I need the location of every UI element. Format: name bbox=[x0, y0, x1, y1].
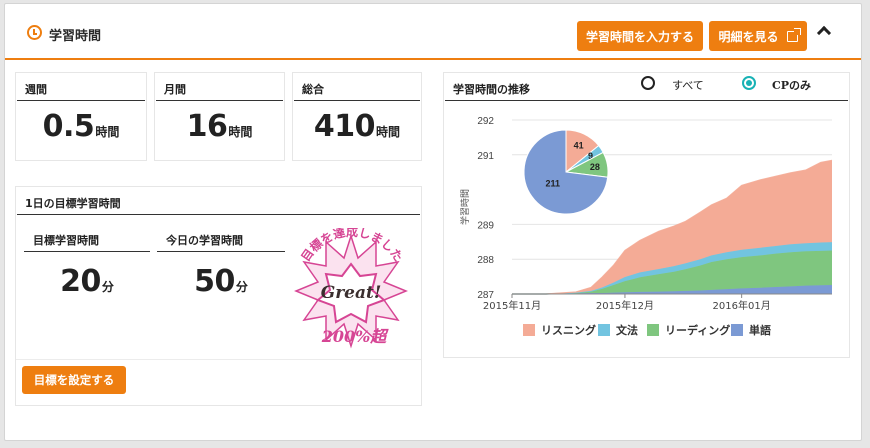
weekly-unit: 時間 bbox=[95, 125, 120, 139]
legend-label: 文法 bbox=[616, 324, 638, 337]
panel-header: 学習時間 学習時間を入力する 明細を見る bbox=[5, 4, 861, 60]
divider bbox=[16, 359, 421, 360]
y-axis-label: 学習時間 bbox=[459, 189, 471, 225]
monthly-card: 月間 16時間 bbox=[154, 72, 285, 161]
legend-swatch bbox=[598, 324, 610, 336]
goal-achieved-stamp: 目標を達成しました Great! 200%超 bbox=[294, 228, 408, 349]
divider bbox=[24, 251, 150, 252]
y-tick-label: 287 bbox=[477, 290, 494, 301]
monthly-label: 月間 bbox=[164, 83, 186, 96]
view-details-label: 明細を見る bbox=[718, 29, 779, 44]
weekly-label: 週間 bbox=[25, 83, 47, 96]
today-value-group: 50分 bbox=[157, 264, 285, 299]
legend-label: リーディング bbox=[665, 324, 731, 337]
legend-label: 単語 bbox=[749, 324, 771, 337]
stamp-great-text: Great! bbox=[321, 283, 382, 303]
divider bbox=[17, 100, 145, 101]
legend-swatch bbox=[523, 324, 535, 336]
target-unit: 分 bbox=[101, 280, 114, 294]
weekly-card: 週間 0.5時間 bbox=[15, 72, 147, 161]
legend-swatch bbox=[647, 324, 659, 336]
filter-cp-radio[interactable] bbox=[742, 76, 756, 90]
target-value-group: 20分 bbox=[24, 264, 150, 299]
y-tick-label: 292 bbox=[477, 116, 494, 127]
pie-label-3: 211 bbox=[546, 179, 561, 189]
daily-goal-title: 1日の目標学習時間 bbox=[25, 197, 121, 210]
pie-label-0: 41 bbox=[574, 140, 584, 150]
set-goal-button[interactable]: 目標を設定する bbox=[22, 366, 126, 394]
total-card: 総合 410時間 bbox=[292, 72, 422, 161]
x-tick-label: 2015年11月 bbox=[483, 299, 541, 312]
today-time-block: 今日の学習時間 50分 bbox=[157, 226, 285, 306]
divider bbox=[156, 100, 283, 101]
target-time-block: 目標学習時間 20分 bbox=[24, 226, 150, 306]
external-link-icon bbox=[786, 27, 801, 42]
y-tick-label: 291 bbox=[477, 151, 494, 162]
today-value: 50 bbox=[194, 264, 235, 299]
divider bbox=[157, 251, 285, 252]
stamp-percent-text: 200%超 bbox=[321, 327, 390, 346]
y-tick-label: 288 bbox=[477, 255, 494, 266]
total-value-group: 410時間 bbox=[293, 109, 421, 144]
clock-icon bbox=[27, 25, 42, 40]
filter-cp-label[interactable]: CPのみ bbox=[772, 77, 811, 93]
target-time-label: 目標学習時間 bbox=[33, 234, 99, 247]
divider bbox=[294, 100, 420, 101]
legend-label: リスニング bbox=[541, 324, 596, 337]
legend-reading[interactable]: リーディング bbox=[647, 322, 730, 338]
divider bbox=[17, 214, 420, 215]
legend-vocabulary[interactable]: 単語 bbox=[731, 322, 771, 338]
panel-title: 学習時間 bbox=[49, 29, 102, 44]
total-label: 総合 bbox=[302, 83, 324, 96]
x-tick-label: 2016年01月 bbox=[713, 299, 771, 312]
pie-label-2: 28 bbox=[590, 162, 600, 172]
monthly-unit: 時間 bbox=[228, 125, 253, 139]
study-time-chart: 287 288 289 291 292 学習時間 2015年11月 2015年12月 2016年… bbox=[459, 116, 833, 312]
filter-all-label[interactable]: すべて bbox=[672, 77, 704, 93]
chart-title: 学習時間の推移 bbox=[453, 83, 530, 96]
today-unit: 分 bbox=[235, 280, 248, 294]
target-value: 20 bbox=[60, 264, 101, 299]
legend-swatch bbox=[731, 324, 743, 336]
weekly-value-group: 0.5時間 bbox=[16, 109, 146, 144]
filter-all-radio[interactable] bbox=[641, 76, 655, 90]
y-tick-label: 289 bbox=[477, 220, 494, 231]
x-tick-label: 2015年12月 bbox=[596, 299, 654, 312]
total-value: 410 bbox=[313, 109, 376, 144]
monthly-value: 16 bbox=[186, 109, 228, 144]
today-time-label: 今日の学習時間 bbox=[166, 234, 243, 247]
view-details-button[interactable]: 明細を見る bbox=[709, 21, 807, 51]
legend-listening[interactable]: リスニング bbox=[523, 322, 596, 338]
total-unit: 時間 bbox=[376, 125, 401, 139]
chevron-up-icon[interactable] bbox=[816, 25, 832, 41]
input-study-time-button[interactable]: 学習時間を入力する bbox=[577, 21, 703, 51]
legend-grammar[interactable]: 文法 bbox=[598, 322, 638, 338]
weekly-value: 0.5 bbox=[42, 109, 95, 144]
monthly-value-group: 16時間 bbox=[155, 109, 284, 144]
